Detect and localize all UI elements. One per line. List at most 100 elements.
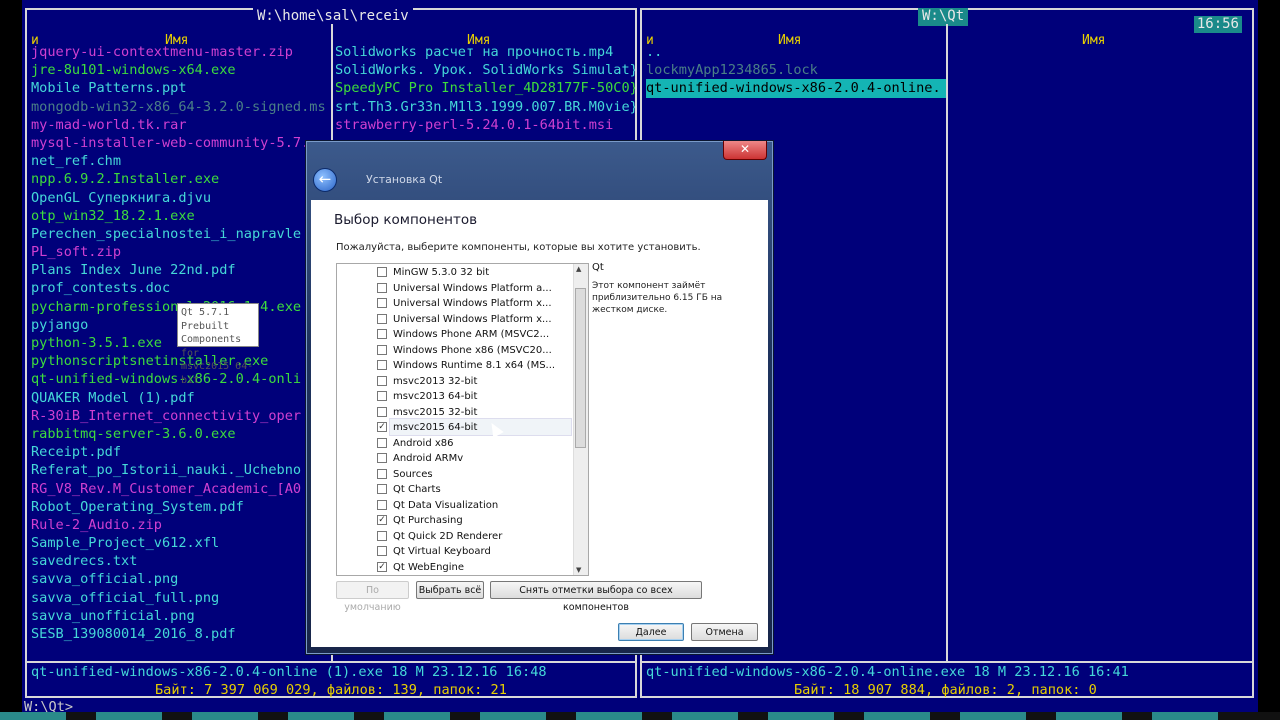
checkbox-icon[interactable]	[377, 484, 387, 494]
page-heading: Выбор компонентов	[334, 212, 478, 228]
right-col-header-name-2[interactable]: Имя	[1082, 33, 1105, 49]
component-label: Universal Windows Platform x...	[393, 313, 552, 325]
file-item[interactable]: mysql-installer-web-community-5.7.	[31, 134, 329, 152]
file-item[interactable]: my-mad-world.tk.rar	[31, 116, 329, 134]
file-item[interactable]: Plans Index June 22nd.pdf	[31, 261, 329, 279]
component-item[interactable]: msvc2015 32-bit	[377, 405, 477, 420]
file-item[interactable]: net_ref.chm	[31, 152, 329, 170]
default-button[interactable]: По умолчанию	[336, 581, 409, 613]
tree-scrollbar[interactable]: ▲ ▼	[573, 264, 588, 575]
close-button[interactable]: ✕	[723, 141, 767, 160]
checkbox-icon[interactable]	[377, 530, 387, 541]
scroll-thumb[interactable]	[575, 288, 586, 448]
tooltip-line: msvc2015 64-bit	[181, 361, 254, 386]
checkbox-icon[interactable]	[377, 499, 387, 510]
checkbox-icon[interactable]	[377, 375, 387, 386]
file-item[interactable]: PL_soft.zip	[31, 243, 329, 261]
page-description: Пожалуйста, выберите компоненты, которые…	[336, 242, 701, 253]
component-item[interactable]: msvc2013 64-bit	[377, 389, 477, 404]
component-label: Qt Charts	[393, 484, 441, 495]
file-item[interactable]: RG_V8_Rev.M_Customer_Academic_[A0	[31, 480, 329, 498]
component-name: Qt	[592, 262, 604, 273]
component-item[interactable]: Qt Quick 2D Renderer	[377, 529, 502, 544]
component-item[interactable]: Universal Windows Platform x...	[377, 296, 552, 311]
file-item[interactable]: strawberry-perl-5.24.0.1-64bit.msi	[335, 116, 635, 134]
file-item[interactable]: savva_unofficial.png	[31, 607, 329, 625]
file-item[interactable]: pythonscriptsnetinstaller.exe	[31, 352, 329, 370]
checkbox-icon[interactable]	[377, 546, 387, 556]
file-item[interactable]: savva_official.png	[31, 570, 329, 588]
component-item[interactable]: Universal Windows Platform x...	[377, 312, 552, 327]
file-item[interactable]: srt.Th3.Gr33n.M1l3.1999.007.BR.M0vie}	[335, 98, 635, 116]
file-item[interactable]: otp_win32_18.2.1.exe	[31, 207, 329, 225]
file-item[interactable]: ..	[646, 43, 946, 61]
checkbox-checked-icon[interactable]: ✓	[377, 515, 387, 525]
checkbox-icon[interactable]	[377, 344, 387, 355]
component-item[interactable]: Sources	[377, 467, 433, 482]
file-item[interactable]: SpeedyPC Pro Installer_4D28177F-50C0}	[335, 79, 635, 97]
component-item[interactable]: msvc2013 32-bit	[377, 374, 477, 389]
file-item[interactable]: Receipt.pdf	[31, 443, 329, 461]
component-item[interactable]: Android x86	[377, 436, 453, 451]
file-item[interactable]: Referat_po_Istorii_nauki._Uchebno	[31, 461, 329, 479]
file-item[interactable]: jre-8u101-windows-x64.exe	[31, 61, 329, 79]
component-label: Qt Data Visualization	[393, 499, 499, 511]
file-item[interactable]: Mobile Patterns.ppt	[31, 79, 329, 97]
checkbox-icon[interactable]	[377, 298, 387, 308]
checkbox-icon[interactable]	[377, 437, 387, 448]
file-item[interactable]: SESB_139080014_2016_8.pdf	[31, 625, 329, 643]
checkbox-checked-icon[interactable]: ✓	[377, 561, 387, 572]
file-item[interactable]: Sample_Project_v612.xfl	[31, 534, 329, 552]
component-item[interactable]: MinGW 5.3.0 32 bit	[377, 265, 489, 280]
select-all-button[interactable]: Выбрать всё	[416, 581, 484, 599]
file-item[interactable]: jquery-ui-contextmenu-master.zip	[31, 43, 329, 61]
file-item[interactable]: npp.6.9.2.Installer.exe	[31, 170, 329, 188]
scroll-up-icon[interactable]: ▲	[576, 265, 581, 273]
file-item[interactable]: Perechen_specialnostei_i_napravle	[31, 225, 329, 243]
component-tree[interactable]: ▲ ▼ MinGW 5.3.0 32 bit Universal Windows …	[336, 263, 589, 576]
checkbox-icon[interactable]	[377, 468, 387, 479]
component-item[interactable]: Qt Data Visualization	[377, 498, 499, 513]
file-item[interactable]: Robot_Operating_System.pdf	[31, 498, 329, 516]
checkbox-icon[interactable]	[377, 360, 387, 370]
component-item[interactable]: ✓ Qt Purchasing	[377, 513, 463, 528]
scroll-down-icon[interactable]: ▼	[576, 566, 581, 574]
component-item[interactable]: Android ARMv	[377, 451, 463, 466]
file-item[interactable]: lockmyApp1234865.lock	[646, 61, 946, 79]
component-item[interactable]: ✓ msvc2015 64-bit	[377, 420, 478, 435]
checkbox-icon[interactable]	[377, 329, 387, 339]
file-item[interactable]: SolidWorks. Урок. SolidWorks Simulat}	[335, 61, 635, 79]
dialog-body: Выбор компонентов Пожалуйста, выберите к…	[311, 200, 768, 647]
file-item[interactable]: prof_contests.doc	[31, 279, 329, 297]
file-item[interactable]: qt-unified-windows-x86-2.0.4-online.	[646, 79, 946, 98]
cancel-button[interactable]: Отмена	[691, 623, 758, 641]
component-item[interactable]: Windows Runtime 8.1 x64 (MS...	[377, 358, 555, 373]
deselect-all-button[interactable]: Снять отметки выбора со всех компонентов	[490, 581, 702, 613]
file-item[interactable]: qt-unified-windows-x86-2.0.4-onli	[31, 370, 329, 388]
file-item[interactable]: QUAKER Model (1).pdf	[31, 389, 329, 407]
file-item[interactable]: savedrecs.txt	[31, 552, 329, 570]
file-item[interactable]: savva_official_full.png	[31, 589, 329, 607]
component-item[interactable]: Windows Phone x86 (MSVC20...	[377, 343, 552, 358]
component-item[interactable]: Qt Virtual Keyboard	[377, 544, 491, 559]
component-item[interactable]: Windows Phone ARM (MSVC2...	[377, 327, 549, 342]
checkbox-icon[interactable]	[377, 406, 387, 417]
file-item[interactable]: Solidworks расчет на прочность.mp4	[335, 43, 635, 61]
component-item[interactable]: Qt Charts	[377, 482, 441, 497]
file-item[interactable]: R-30iB_Internet_connectivity_oper	[31, 407, 329, 425]
checkbox-icon[interactable]	[377, 391, 387, 401]
component-item[interactable]: ✓ Qt WebEngine	[377, 560, 464, 575]
checkbox-icon[interactable]	[377, 282, 387, 293]
checkbox-checked-icon[interactable]: ✓	[377, 422, 387, 432]
checkbox-icon[interactable]	[377, 267, 387, 277]
file-item[interactable]: rabbitmq-server-3.6.0.exe	[31, 425, 329, 443]
file-item[interactable]: Rule-2_Audio.zip	[31, 516, 329, 534]
next-button[interactable]: Далее	[618, 623, 684, 641]
file-item[interactable]: mongodb-win32-x86_64-3.2.0-signed.ms	[31, 98, 329, 116]
file-item[interactable]: OpenGL Суперкнига.djvu	[31, 189, 329, 207]
component-label: msvc2015 64-bit	[393, 422, 478, 433]
back-arrow-icon[interactable]: ←	[313, 168, 337, 192]
checkbox-icon[interactable]	[377, 313, 387, 324]
component-item[interactable]: Universal Windows Platform a...	[377, 281, 552, 296]
checkbox-icon[interactable]	[377, 453, 387, 463]
